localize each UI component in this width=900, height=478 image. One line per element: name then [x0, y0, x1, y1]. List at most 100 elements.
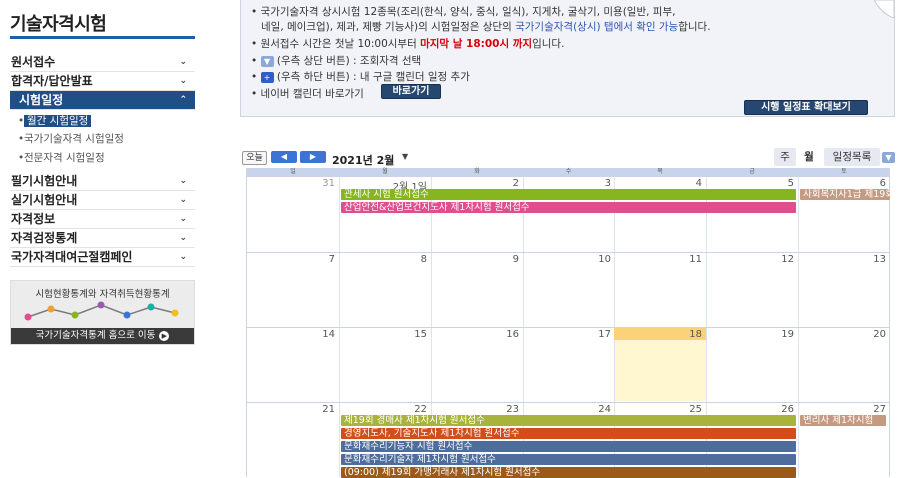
date-cell[interactable]: 13	[798, 254, 886, 265]
info-text: 합니다.	[678, 21, 711, 33]
sidebar: 기술자격시험 원서접수 ⌄ 합격자/답안발표 ⌄ 시험일정 ⌃ • 월간 시험일정…	[0, 0, 200, 477]
date-cell[interactable]: 15	[339, 329, 427, 340]
event-bar[interactable]: 산업안전&산업보건지도사 제1차시험 원서접수	[341, 202, 796, 213]
info-text: 네일, 메이크업), 제과, 제빵 기능사)의 시험일정은 상단의	[261, 21, 512, 33]
page-curl-icon	[874, 0, 894, 18]
menu-item-application[interactable]: 원서접수 ⌄	[10, 53, 195, 72]
chevron-up-icon: ⌃	[179, 95, 187, 105]
event-bar[interactable]: 문화재수리기능자 시험 원서접수	[341, 441, 796, 452]
menu-item-results[interactable]: 합격자/답안발표 ⌄	[10, 72, 195, 91]
prev-month-button[interactable]: ◀	[271, 151, 297, 163]
menu-label: 원서접수	[11, 55, 56, 69]
date-cell[interactable]: 7	[247, 254, 335, 265]
date-cell[interactable]: 11	[614, 254, 702, 265]
date-cell[interactable]: 9	[431, 254, 519, 265]
weekday-label: 금	[749, 168, 755, 175]
national-tab-link[interactable]: 국가기술자격(상시) 탭에서 확인 가능	[515, 21, 678, 33]
tab-list[interactable]: 일정목록	[824, 148, 880, 166]
date-cell[interactable]: 3	[523, 178, 611, 189]
date-cell[interactable]: 10	[523, 254, 611, 265]
event-bar[interactable]: 제19회 경매사 제1차시험 원서접수	[341, 415, 796, 426]
info-text: 원서접수 시간은 첫날 10:00시부터	[260, 38, 417, 50]
date-cell[interactable]: 14	[247, 329, 335, 340]
menu-label: 자격검정통계	[11, 231, 78, 245]
calendar-select-dropdown-icon[interactable]: ▼	[882, 152, 895, 163]
next-month-button[interactable]: ▶	[300, 151, 326, 163]
info-line-3: • ▼ (우측 상단 버튼) : 조회자격 선택	[251, 55, 422, 67]
play-icon: ▶	[159, 331, 170, 341]
menu-item-qualification-info[interactable]: 자격정보 ⌄	[10, 210, 195, 229]
date-cell[interactable]: 8	[339, 254, 427, 265]
info-text: (우측 상단 버튼) : 조회자격 선택	[276, 55, 422, 67]
event-bar[interactable]: 변리사 제1차시험	[800, 415, 886, 426]
naver-calendar-button[interactable]: 바로가기	[381, 84, 441, 99]
date-cell[interactable]: 26	[706, 404, 794, 415]
info-line-2: • 원서접수 시간은 첫날 10:00시부터 마지막 날 18:00시 까지입니…	[251, 38, 565, 50]
submenu-national-schedule[interactable]: •국가기술자격 시험일정	[18, 131, 124, 147]
title-underline	[10, 36, 195, 39]
today-button[interactable]: 오늘	[242, 151, 267, 165]
expand-schedule-button[interactable]: 시행 일정표 확대보기	[744, 100, 868, 115]
menu-item-statistics[interactable]: 자격검정통계 ⌄	[10, 229, 195, 248]
date-cell[interactable]: 27	[798, 404, 886, 415]
date-cell[interactable]: 6	[798, 178, 886, 189]
date-cell[interactable]: 31	[247, 178, 335, 189]
banner-text: 시험현황통계와 자격취득현황통계	[35, 289, 170, 300]
info-text: 국가기술자격 상시시험 12종목(조리(한식, 양식, 중식, 일식), 지게차…	[260, 6, 676, 18]
date-cell[interactable]: 2	[431, 178, 519, 189]
submenu-monthly-schedule[interactable]: • 월간 시험일정	[18, 113, 92, 129]
info-line-1b: 네일, 메이크업), 제과, 제빵 기능사)의 시험일정은 상단의 국가기술자격…	[261, 19, 711, 34]
date-cell[interactable]: 4	[614, 178, 702, 189]
menu-label: 국가자격대여근절캠페인	[11, 250, 133, 264]
dropdown-icon: ▼	[260, 55, 274, 67]
menu-label: 자격정보	[11, 212, 56, 226]
date-cell[interactable]: 24	[523, 404, 611, 415]
event-bar[interactable]: 관세사 시험 원서접수	[341, 189, 796, 200]
event-bar[interactable]: 사회복지사1급 제19회 시험	[800, 189, 890, 200]
chevron-down-icon: ⌄	[179, 195, 187, 205]
month-dropdown-icon[interactable]: ▼	[402, 152, 408, 161]
date-cell[interactable]: 20	[798, 329, 886, 340]
date-cell-today[interactable]: 18	[614, 329, 702, 340]
date-cell[interactable]: 22	[339, 404, 427, 415]
weekday-label: 월	[382, 168, 388, 175]
date-cell[interactable]: 16	[431, 329, 519, 340]
line-graph-icon	[24, 301, 179, 321]
date-cell[interactable]: 12	[706, 254, 794, 265]
weekday-label: 토	[841, 168, 847, 175]
statistics-banner[interactable]: 시험현황통계와 자격취득현황통계 국가기술자격통계 홈으로 이동 ▶	[10, 280, 195, 345]
tab-week[interactable]: 주	[774, 148, 796, 166]
site-title: 기술자격시험	[10, 14, 107, 35]
weekday-label: 목	[657, 168, 663, 175]
menu-item-campaign[interactable]: 국가자격대여근절캠페인 ⌄	[10, 248, 195, 267]
date-cell[interactable]: 25	[614, 404, 702, 415]
chevron-down-icon: ⌄	[179, 176, 187, 186]
event-bar[interactable]: 문화재수리기술자 제1차시험 원서접수	[341, 454, 796, 465]
info-text: (우측 하단 버튼) : 내 구글 캘린더 일정 추가	[276, 71, 470, 83]
month-label: 2021년 2월	[332, 154, 395, 167]
info-text: 입니다.	[532, 38, 565, 50]
menu-item-schedule[interactable]: 시험일정 ⌃	[10, 91, 195, 110]
submenu-professional-schedule[interactable]: •전문자격 시험일정	[18, 150, 105, 166]
date-cell[interactable]: 23	[431, 404, 519, 415]
menu-item-written-exam[interactable]: 필기시험안내 ⌄	[10, 172, 195, 191]
date-cell[interactable]: 19	[706, 329, 794, 340]
date-cell[interactable]: 17	[523, 329, 611, 340]
banner-link-label: 국가기술자격통계 홈으로 이동	[35, 330, 156, 341]
statistics-home-link[interactable]: 국가기술자격통계 홈으로 이동 ▶	[11, 328, 194, 344]
menu-item-practical-exam[interactable]: 실기시험안내 ⌄	[10, 191, 195, 210]
chevron-down-icon: ⌄	[179, 57, 187, 67]
weekday-label: 수	[565, 168, 572, 175]
date-cell[interactable]: 5	[706, 178, 794, 189]
weekday-header: 일 월 화 수 목 금 토	[247, 168, 889, 176]
chevron-down-icon: ⌄	[179, 214, 187, 224]
chevron-down-icon: ⌄	[179, 233, 187, 243]
event-bar[interactable]: 경영지도사, 기술지도사 제1차시험 원서접수	[341, 428, 796, 439]
event-bar[interactable]: (09:00) 제19회 가맹거래사 제1차시험 원서접수	[341, 467, 796, 478]
info-line-1: • 국가기술자격 상시시험 12종목(조리(한식, 양식, 중식, 일식), 지…	[251, 6, 676, 18]
tab-month[interactable]: 월	[798, 148, 820, 166]
date-cell[interactable]: 21	[247, 404, 335, 415]
menu-label: 합격자/답안발표	[11, 74, 93, 88]
menu-label: 시험일정	[19, 93, 64, 107]
deadline-text: 마지막 날 18:00시 까지	[420, 38, 533, 50]
